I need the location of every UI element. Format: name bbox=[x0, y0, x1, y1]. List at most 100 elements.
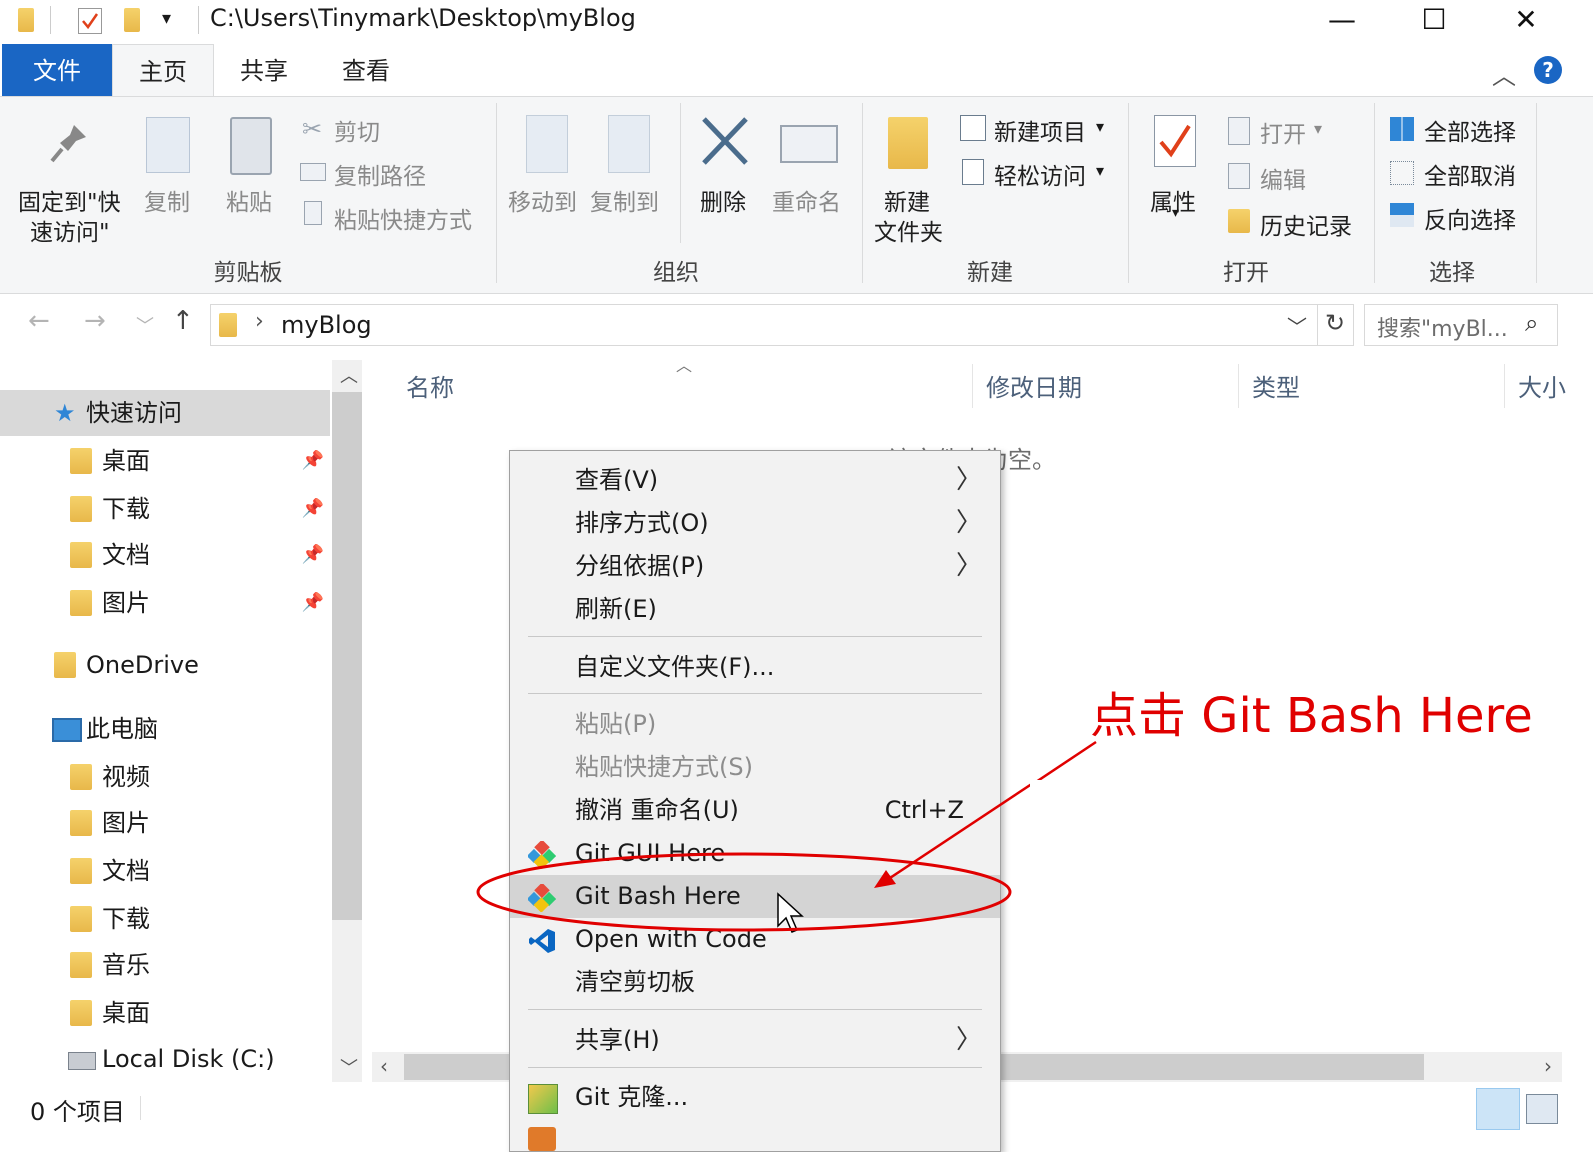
pin-icon[interactable]: 📌 bbox=[302, 486, 324, 532]
large-icons-view-icon[interactable] bbox=[1526, 1094, 1558, 1124]
nav-item-downloads-pc[interactable]: 下载 bbox=[0, 896, 330, 942]
menu-item-git-clone[interactable]: Git 克隆... bbox=[510, 1076, 1000, 1119]
menu-item-sort[interactable]: 排序方式(O) 〉 bbox=[510, 502, 1000, 545]
new-folder-label-2[interactable]: 文件夹 bbox=[874, 213, 943, 247]
invert-selection-button[interactable]: 反向选择 bbox=[1424, 201, 1516, 235]
copy-button[interactable]: 复制 bbox=[144, 183, 190, 217]
nav-item-documents[interactable]: 文档 📌 bbox=[0, 532, 330, 578]
scroll-right-icon[interactable]: › bbox=[1544, 1054, 1552, 1078]
new-item-icon bbox=[960, 115, 986, 141]
open-dropdown-icon[interactable]: ▾ bbox=[1314, 119, 1322, 138]
column-date[interactable]: 修改日期 bbox=[986, 368, 1082, 403]
copy-to-button[interactable]: 复制到 bbox=[590, 183, 659, 217]
nav-item-downloads[interactable]: 下载 📌 bbox=[0, 486, 330, 532]
ribbon-tabs: 文件 主页 共享 查看 ︿ ? bbox=[0, 44, 1593, 97]
nav-item-music[interactable]: 音乐 bbox=[0, 942, 330, 988]
close-button[interactable]: ✕ bbox=[1480, 0, 1572, 42]
pin-quick-access-label-2[interactable]: 速访问" bbox=[30, 213, 110, 247]
breadcrumb-myblog[interactable]: myBlog bbox=[281, 311, 372, 339]
back-arrow-icon[interactable]: ← bbox=[28, 306, 50, 336]
properties-qat-icon[interactable] bbox=[78, 8, 102, 34]
cut-button[interactable]: 剪切 bbox=[334, 113, 380, 147]
select-all-button[interactable]: 全部选择 bbox=[1424, 113, 1516, 147]
nav-item-pictures[interactable]: 图片 📌 bbox=[0, 580, 330, 626]
recent-locations-icon[interactable]: ﹀ bbox=[136, 312, 154, 338]
properties-dropdown-icon[interactable]: ▾ bbox=[1172, 205, 1179, 221]
group-separator bbox=[496, 103, 497, 283]
copy-path-button[interactable]: 复制路径 bbox=[334, 157, 426, 191]
column-divider[interactable] bbox=[972, 364, 973, 408]
drive-icon bbox=[68, 1052, 96, 1070]
up-arrow-icon[interactable]: ↑ bbox=[172, 306, 194, 336]
help-icon[interactable]: ? bbox=[1534, 56, 1562, 84]
menu-item-share[interactable]: 共享(H) 〉 bbox=[510, 1019, 1000, 1062]
column-divider[interactable] bbox=[1504, 364, 1505, 408]
tab-share[interactable]: 共享 bbox=[214, 44, 314, 96]
search-input[interactable]: 搜索"myBl... bbox=[1377, 311, 1508, 343]
menu-item-customize-folder[interactable]: 自定义文件夹(F)... bbox=[510, 646, 1000, 689]
move-to-button[interactable]: 移动到 bbox=[508, 183, 577, 217]
column-type[interactable]: 类型 bbox=[1252, 368, 1300, 403]
rename-button[interactable]: 重命名 bbox=[772, 183, 841, 217]
scroll-up-icon[interactable]: ︿ bbox=[340, 362, 358, 388]
pin-icon[interactable]: 📌 bbox=[302, 438, 324, 484]
open-button[interactable]: 打开 bbox=[1260, 115, 1306, 149]
breadcrumb-chevron-icon[interactable]: › bbox=[255, 309, 264, 334]
history-button[interactable]: 历史记录 bbox=[1260, 207, 1352, 241]
folder-icon bbox=[219, 313, 237, 337]
pin-icon[interactable]: 📌 bbox=[302, 580, 324, 626]
paste-button[interactable]: 粘贴 bbox=[226, 183, 272, 217]
address-bar[interactable]: › myBlog ﹀ ↻ bbox=[210, 304, 1354, 346]
menu-item-group-by[interactable]: 分组依据(P) 〉 bbox=[510, 545, 1000, 588]
scroll-down-icon[interactable]: ﹀ bbox=[340, 1054, 358, 1080]
nav-label: 下载 bbox=[102, 905, 150, 933]
forward-arrow-icon[interactable]: → bbox=[84, 306, 106, 336]
nav-quick-access[interactable]: ★ 快速访问 bbox=[0, 390, 330, 436]
new-folder-qat-icon[interactable] bbox=[124, 8, 140, 32]
paste-shortcut-button[interactable]: 粘贴快捷方式 bbox=[334, 201, 472, 235]
select-none-button[interactable]: 全部取消 bbox=[1424, 157, 1516, 191]
git-clone-icon bbox=[528, 1084, 558, 1114]
group-separator bbox=[1536, 103, 1537, 283]
pin-quick-access-label[interactable]: 固定到"快 bbox=[18, 183, 121, 217]
qat-dropdown-icon[interactable]: ▾ bbox=[162, 8, 171, 29]
details-view-icon[interactable] bbox=[1476, 1088, 1520, 1130]
nav-item-documents-pc[interactable]: 文档 bbox=[0, 848, 330, 894]
menu-item-clear-clipboard[interactable]: 清空剪切板 bbox=[510, 961, 1000, 1004]
nav-label: 图片 bbox=[102, 809, 150, 837]
tab-file[interactable]: 文件 bbox=[2, 44, 112, 96]
minimize-button[interactable]: — bbox=[1296, 0, 1388, 42]
new-item-dropdown-icon[interactable]: ▾ bbox=[1096, 117, 1104, 136]
tab-home[interactable]: 主页 bbox=[112, 44, 214, 97]
easy-access-dropdown-icon[interactable]: ▾ bbox=[1096, 161, 1104, 180]
nav-scrollbar-thumb[interactable] bbox=[332, 392, 362, 920]
nav-local-disk[interactable]: Local Disk (C:) bbox=[0, 1036, 330, 1082]
collapse-ribbon-icon[interactable]: ︿ bbox=[1492, 56, 1516, 91]
select-group-label: 选择 bbox=[1429, 260, 1475, 286]
new-folder-label[interactable]: 新建 bbox=[884, 183, 930, 217]
address-dropdown-icon[interactable]: ﹀ bbox=[1287, 311, 1307, 340]
scroll-left-icon[interactable]: ‹ bbox=[380, 1054, 388, 1078]
menu-item-view[interactable]: 查看(V) 〉 bbox=[510, 459, 1000, 502]
nav-item-desktop-pc[interactable]: 桌面 bbox=[0, 990, 330, 1036]
delete-button[interactable]: 删除 bbox=[700, 183, 746, 217]
nav-onedrive[interactable]: OneDrive bbox=[0, 642, 330, 688]
edit-button[interactable]: 编辑 bbox=[1260, 161, 1306, 195]
column-size[interactable]: 大小 bbox=[1518, 368, 1566, 403]
nav-this-pc[interactable]: 此电脑 bbox=[0, 706, 330, 752]
annotation-text: 点击 Git Bash Here bbox=[1090, 688, 1533, 744]
nav-item-videos[interactable]: 视频 bbox=[0, 754, 330, 800]
new-item-button[interactable]: 新建项目 bbox=[994, 113, 1086, 147]
easy-access-button[interactable]: 轻松访问 bbox=[994, 157, 1086, 191]
menu-item-refresh[interactable]: 刷新(E) bbox=[510, 588, 1000, 631]
search-box[interactable]: 搜索"myBl... ⌕ bbox=[1364, 304, 1558, 346]
nav-item-desktop[interactable]: 桌面 📌 bbox=[0, 438, 330, 484]
maximize-button[interactable]: ☐ bbox=[1388, 0, 1480, 42]
nav-item-pictures-pc[interactable]: 图片 bbox=[0, 800, 330, 846]
column-divider[interactable] bbox=[1238, 364, 1239, 408]
refresh-icon[interactable]: ↻ bbox=[1325, 309, 1345, 337]
search-icon[interactable]: ⌕ bbox=[1525, 309, 1538, 337]
pin-icon[interactable]: 📌 bbox=[302, 532, 324, 578]
tab-view[interactable]: 查看 bbox=[316, 44, 416, 96]
column-name[interactable]: 名称 bbox=[406, 368, 454, 403]
